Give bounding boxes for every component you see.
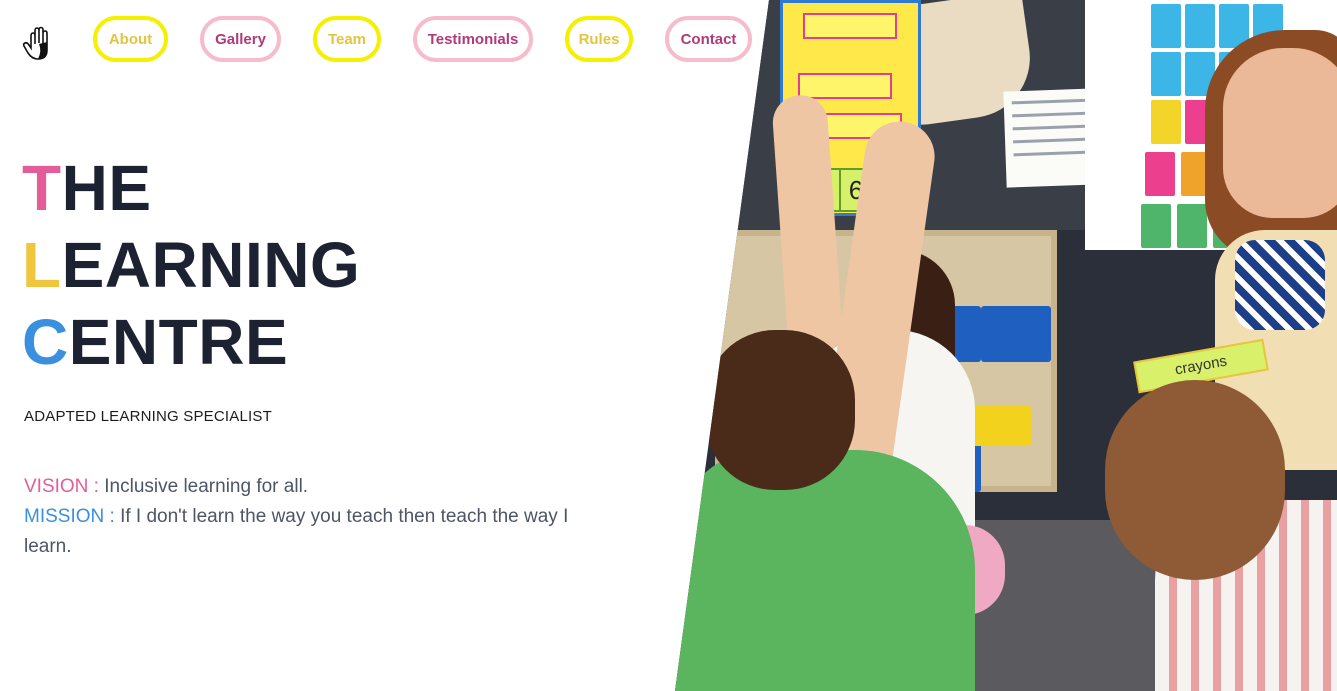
vision-statement: VISION : Inclusive learning for all. bbox=[24, 472, 614, 502]
board-note bbox=[798, 73, 892, 99]
boy-head bbox=[1105, 380, 1285, 580]
teacher-face bbox=[1223, 48, 1337, 218]
nav-testimonials[interactable]: Testimonials bbox=[413, 16, 533, 62]
title-line-centre: CENTRE bbox=[22, 304, 360, 381]
vision-label: VISION : bbox=[24, 476, 99, 497]
blue-bin bbox=[981, 306, 1051, 362]
nav-about[interactable]: About bbox=[93, 16, 168, 62]
vision-text: Inclusive learning for all. bbox=[98, 476, 309, 497]
mission-label: MISSION : bbox=[24, 506, 115, 527]
title-rest: EARNING bbox=[61, 229, 361, 301]
page-title: THE LEARNING CENTRE bbox=[22, 150, 360, 381]
vision-mission: VISION : Inclusive learning for all. MIS… bbox=[24, 472, 614, 562]
title-initial: C bbox=[22, 306, 69, 378]
title-rest: ENTRE bbox=[68, 306, 289, 378]
boy-student bbox=[675, 450, 975, 691]
mission-statement: MISSION : If I don't learn the way you t… bbox=[24, 502, 614, 562]
tagline: ADAPTED LEARNING SPECIALIST bbox=[24, 408, 272, 425]
teacher-scarf bbox=[1235, 240, 1325, 330]
nav-contact[interactable]: Contact bbox=[665, 16, 752, 62]
classroom-photo: 1 6 8 crayons bbox=[675, 0, 1337, 691]
hand-icon[interactable] bbox=[22, 26, 56, 62]
nav-team[interactable]: Team bbox=[313, 16, 381, 62]
nav-gallery[interactable]: Gallery bbox=[200, 16, 281, 62]
title-initial: T bbox=[22, 152, 62, 224]
nav-rules[interactable]: Rules bbox=[565, 16, 633, 62]
title-line-learning: LEARNING bbox=[22, 227, 360, 304]
title-line-the: THE bbox=[22, 150, 360, 227]
boy-head bbox=[705, 330, 855, 490]
yellow-bin bbox=[971, 406, 1031, 446]
title-initial: L bbox=[22, 229, 62, 301]
board-note bbox=[803, 13, 897, 39]
title-rest: HE bbox=[61, 152, 152, 224]
